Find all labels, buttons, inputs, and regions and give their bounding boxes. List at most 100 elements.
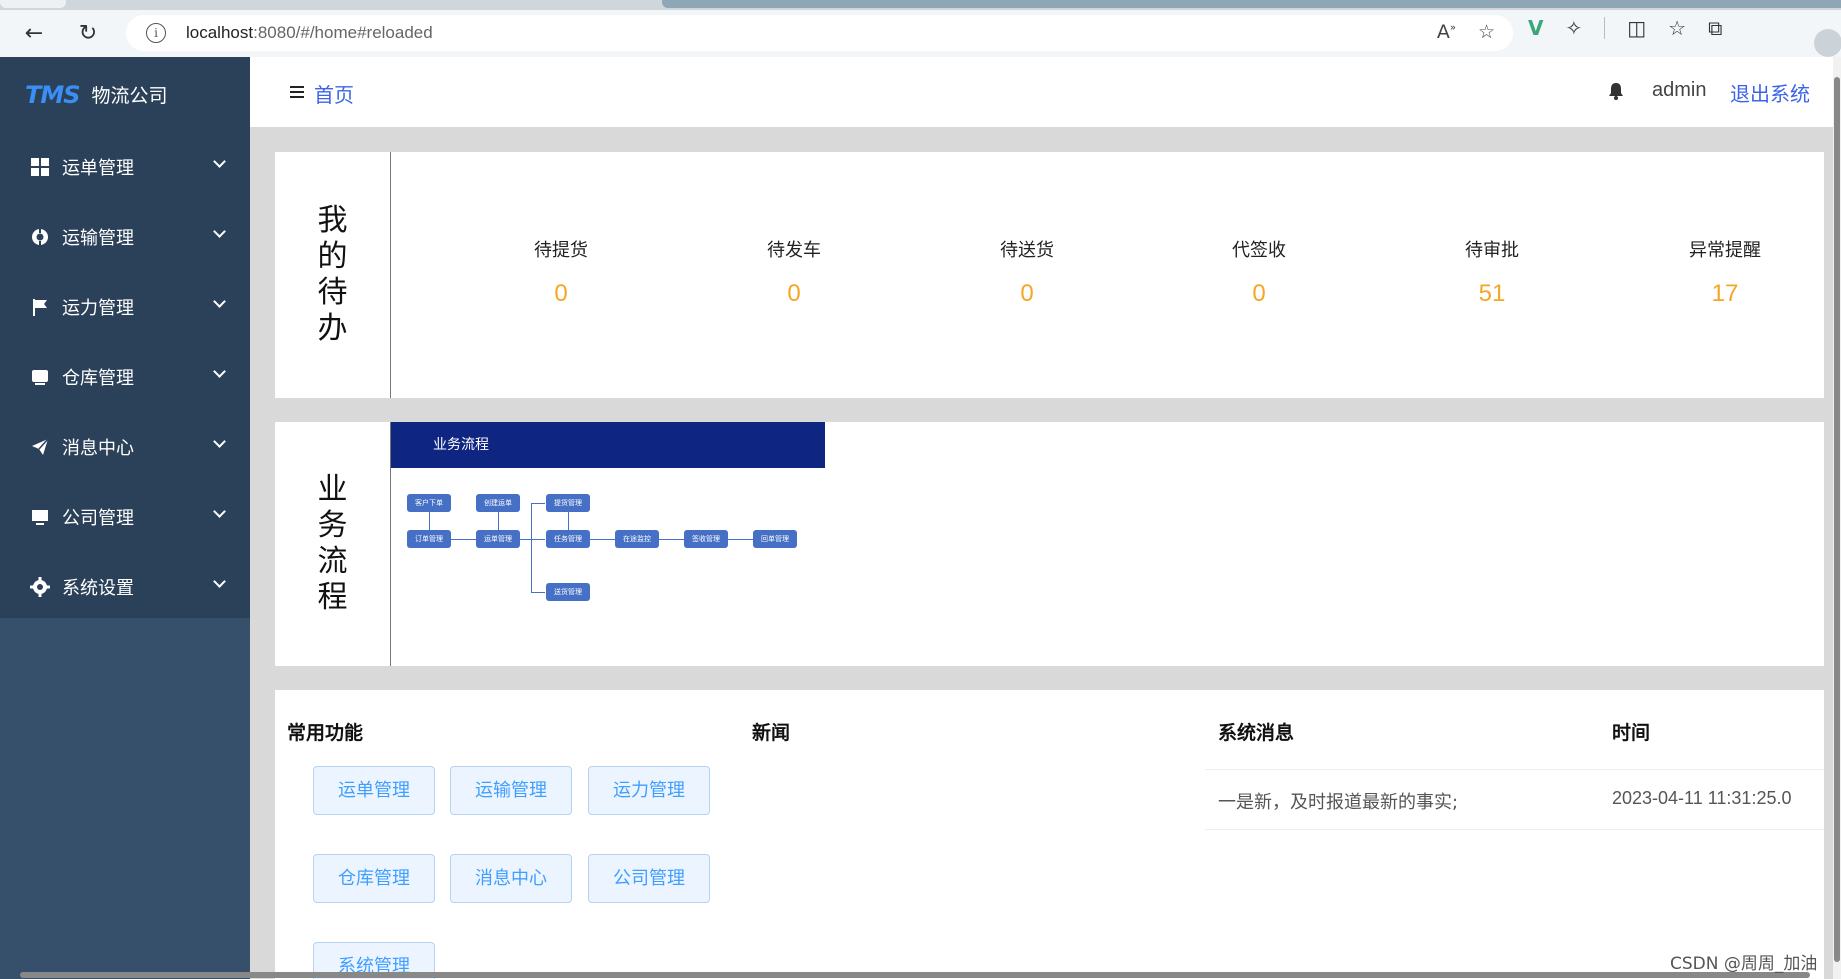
flow-node: 任务管理 (546, 530, 590, 548)
todo-item-deliver[interactable]: 待送货 0 (947, 236, 1107, 308)
news-title: 新闻 (752, 722, 791, 744)
back-icon[interactable]: ← (16, 16, 52, 52)
company-name: 物流公司 (91, 85, 168, 107)
time-title: 时间 (1612, 722, 1651, 744)
collections-icon[interactable]: ⧉ (1708, 16, 1722, 40)
chevron-down-icon (213, 295, 226, 308)
sidebar-item-label: 系统设置 (62, 578, 134, 599)
split-screen-icon[interactable]: ◫ (1627, 16, 1646, 40)
message-text[interactable]: 一是新，及时报道最新的事实; (1218, 788, 1458, 814)
quick-waybill-button[interactable]: 运单管理 (313, 766, 435, 815)
vue-devtools-icon[interactable]: V (1528, 16, 1543, 40)
todo-value: 0 (787, 280, 801, 307)
menu-toggle-icon[interactable] (290, 86, 304, 98)
todo-item-depart[interactable]: 待发车 0 (714, 236, 874, 308)
flow-connector (659, 539, 684, 540)
sidebar-item-label: 消息中心 (62, 438, 134, 459)
flag-icon (30, 297, 50, 317)
todo-item-pickup[interactable]: 待提货 0 (481, 236, 641, 308)
scrollbar-thumb[interactable] (1834, 77, 1840, 962)
chevron-down-icon (213, 505, 226, 518)
message-time: 2023-04-11 11:31:25.0 (1612, 788, 1792, 808)
todo-item-exception[interactable]: 异常提醒 17 (1645, 236, 1805, 308)
sidebar-item-waybill[interactable]: 运单管理 (0, 132, 250, 202)
info-icon[interactable]: i (146, 23, 166, 43)
system-messages-title: 系统消息 (1218, 722, 1295, 744)
browser-tab-active[interactable] (662, 0, 1841, 8)
address-bar[interactable]: i localhost:8080/#/home#reloaded A» ☆ (126, 15, 1513, 51)
quick-warehouse-button[interactable]: 仓库管理 (313, 854, 435, 903)
breadcrumb-home[interactable]: 首页 (314, 79, 354, 108)
flow-node: 创建运单 (476, 494, 520, 512)
flow-connector (590, 539, 615, 540)
flow-title: 业务流程 (317, 472, 348, 615)
top-header: 首页 admin 退出系统 (250, 57, 1833, 127)
sidebar-item-capacity[interactable]: 运力管理 (0, 272, 250, 342)
add-favorite-icon[interactable]: ☆ (1478, 21, 1495, 43)
sidebar: TMS 物流公司 运单管理 运输管理 运力管理 仓库管理 消息中心 公司管理 系… (0, 57, 250, 979)
chevron-down-icon (213, 155, 226, 168)
todo-title: 我的待办 (317, 203, 348, 346)
quick-functions-title: 常用功能 (287, 722, 364, 744)
sidebar-item-company[interactable]: 公司管理 (0, 482, 250, 552)
username[interactable]: admin (1652, 79, 1706, 102)
flow-node: 客户下单 (407, 494, 451, 512)
flow-connector (520, 539, 545, 540)
logo-text: TMS (25, 80, 81, 109)
todo-label: 待送货 (1000, 240, 1054, 261)
sidebar-item-label: 运输管理 (62, 228, 134, 249)
todo-label: 代签收 (1232, 240, 1286, 261)
bell-icon[interactable] (1608, 82, 1624, 105)
sidebar-item-label: 公司管理 (62, 508, 134, 529)
sidebar-item-label: 运单管理 (62, 158, 134, 179)
gear-icon (30, 577, 50, 597)
quick-company-button[interactable]: 公司管理 (588, 854, 710, 903)
reload-icon[interactable]: ↻ (70, 16, 106, 52)
chevron-down-icon (213, 365, 226, 378)
sidebar-item-messages[interactable]: 消息中心 (0, 412, 250, 482)
todo-value: 0 (554, 280, 568, 307)
todo-label: 异常提醒 (1689, 240, 1761, 261)
browser-tab[interactable] (0, 0, 66, 8)
chevron-down-icon (213, 575, 226, 588)
quick-messages-button[interactable]: 消息中心 (450, 854, 572, 903)
flow-node: 运单管理 (476, 530, 520, 548)
flow-node: 回单管理 (753, 530, 797, 548)
favorites-icon[interactable]: ☆ (1668, 16, 1686, 40)
extensions-icon[interactable]: ✧ (1565, 16, 1582, 40)
logout-link[interactable]: 退出系统 (1730, 78, 1810, 107)
todo-item-approve[interactable]: 待审批 51 (1412, 236, 1572, 308)
monitor-icon (30, 507, 50, 527)
flow-connector (531, 503, 545, 504)
sidebar-item-settings[interactable]: 系统设置 (0, 552, 250, 622)
quick-transport-button[interactable]: 运输管理 (450, 766, 572, 815)
quick-capacity-button[interactable]: 运力管理 (588, 766, 710, 815)
flow-connector (451, 539, 476, 540)
app-logo[interactable]: TMS 物流公司 (0, 57, 250, 132)
todo-label: 待审批 (1465, 240, 1519, 261)
flow-connector (531, 503, 532, 592)
flow-node: 在途监控 (615, 530, 659, 548)
flow-card: 业务流程 业务流程 客户下单 创建运单 提货管理 订单管理 运单管理 任务管理 … (275, 422, 1824, 666)
horizontal-scrollbar[interactable] (20, 972, 1810, 978)
sidebar-item-transport[interactable]: 运输管理 (0, 202, 250, 272)
todo-value: 0 (1020, 280, 1034, 307)
todo-item-sign[interactable]: 代签收 0 (1179, 236, 1339, 308)
chevron-down-icon (213, 435, 226, 448)
flow-node: 送货管理 (546, 583, 590, 601)
grid-icon (30, 157, 50, 177)
chevron-down-icon (213, 225, 226, 238)
todo-value: 0 (1252, 280, 1266, 307)
flow-node: 订单管理 (407, 530, 451, 548)
sidebar-item-label: 运力管理 (62, 298, 134, 319)
sidebar-item-warehouse[interactable]: 仓库管理 (0, 342, 250, 412)
inbox-icon (30, 367, 50, 387)
send-icon (30, 437, 50, 457)
lifebuoy-icon (30, 227, 50, 247)
watermark: CSDN @周周_加油 (1670, 954, 1818, 974)
vertical-scrollbar[interactable] (1833, 57, 1841, 979)
profile-avatar[interactable] (1814, 29, 1841, 57)
flow-banner: 业务流程 (391, 422, 825, 468)
read-aloud-icon[interactable]: A» (1437, 21, 1456, 43)
sidebar-item-label: 仓库管理 (62, 368, 134, 389)
